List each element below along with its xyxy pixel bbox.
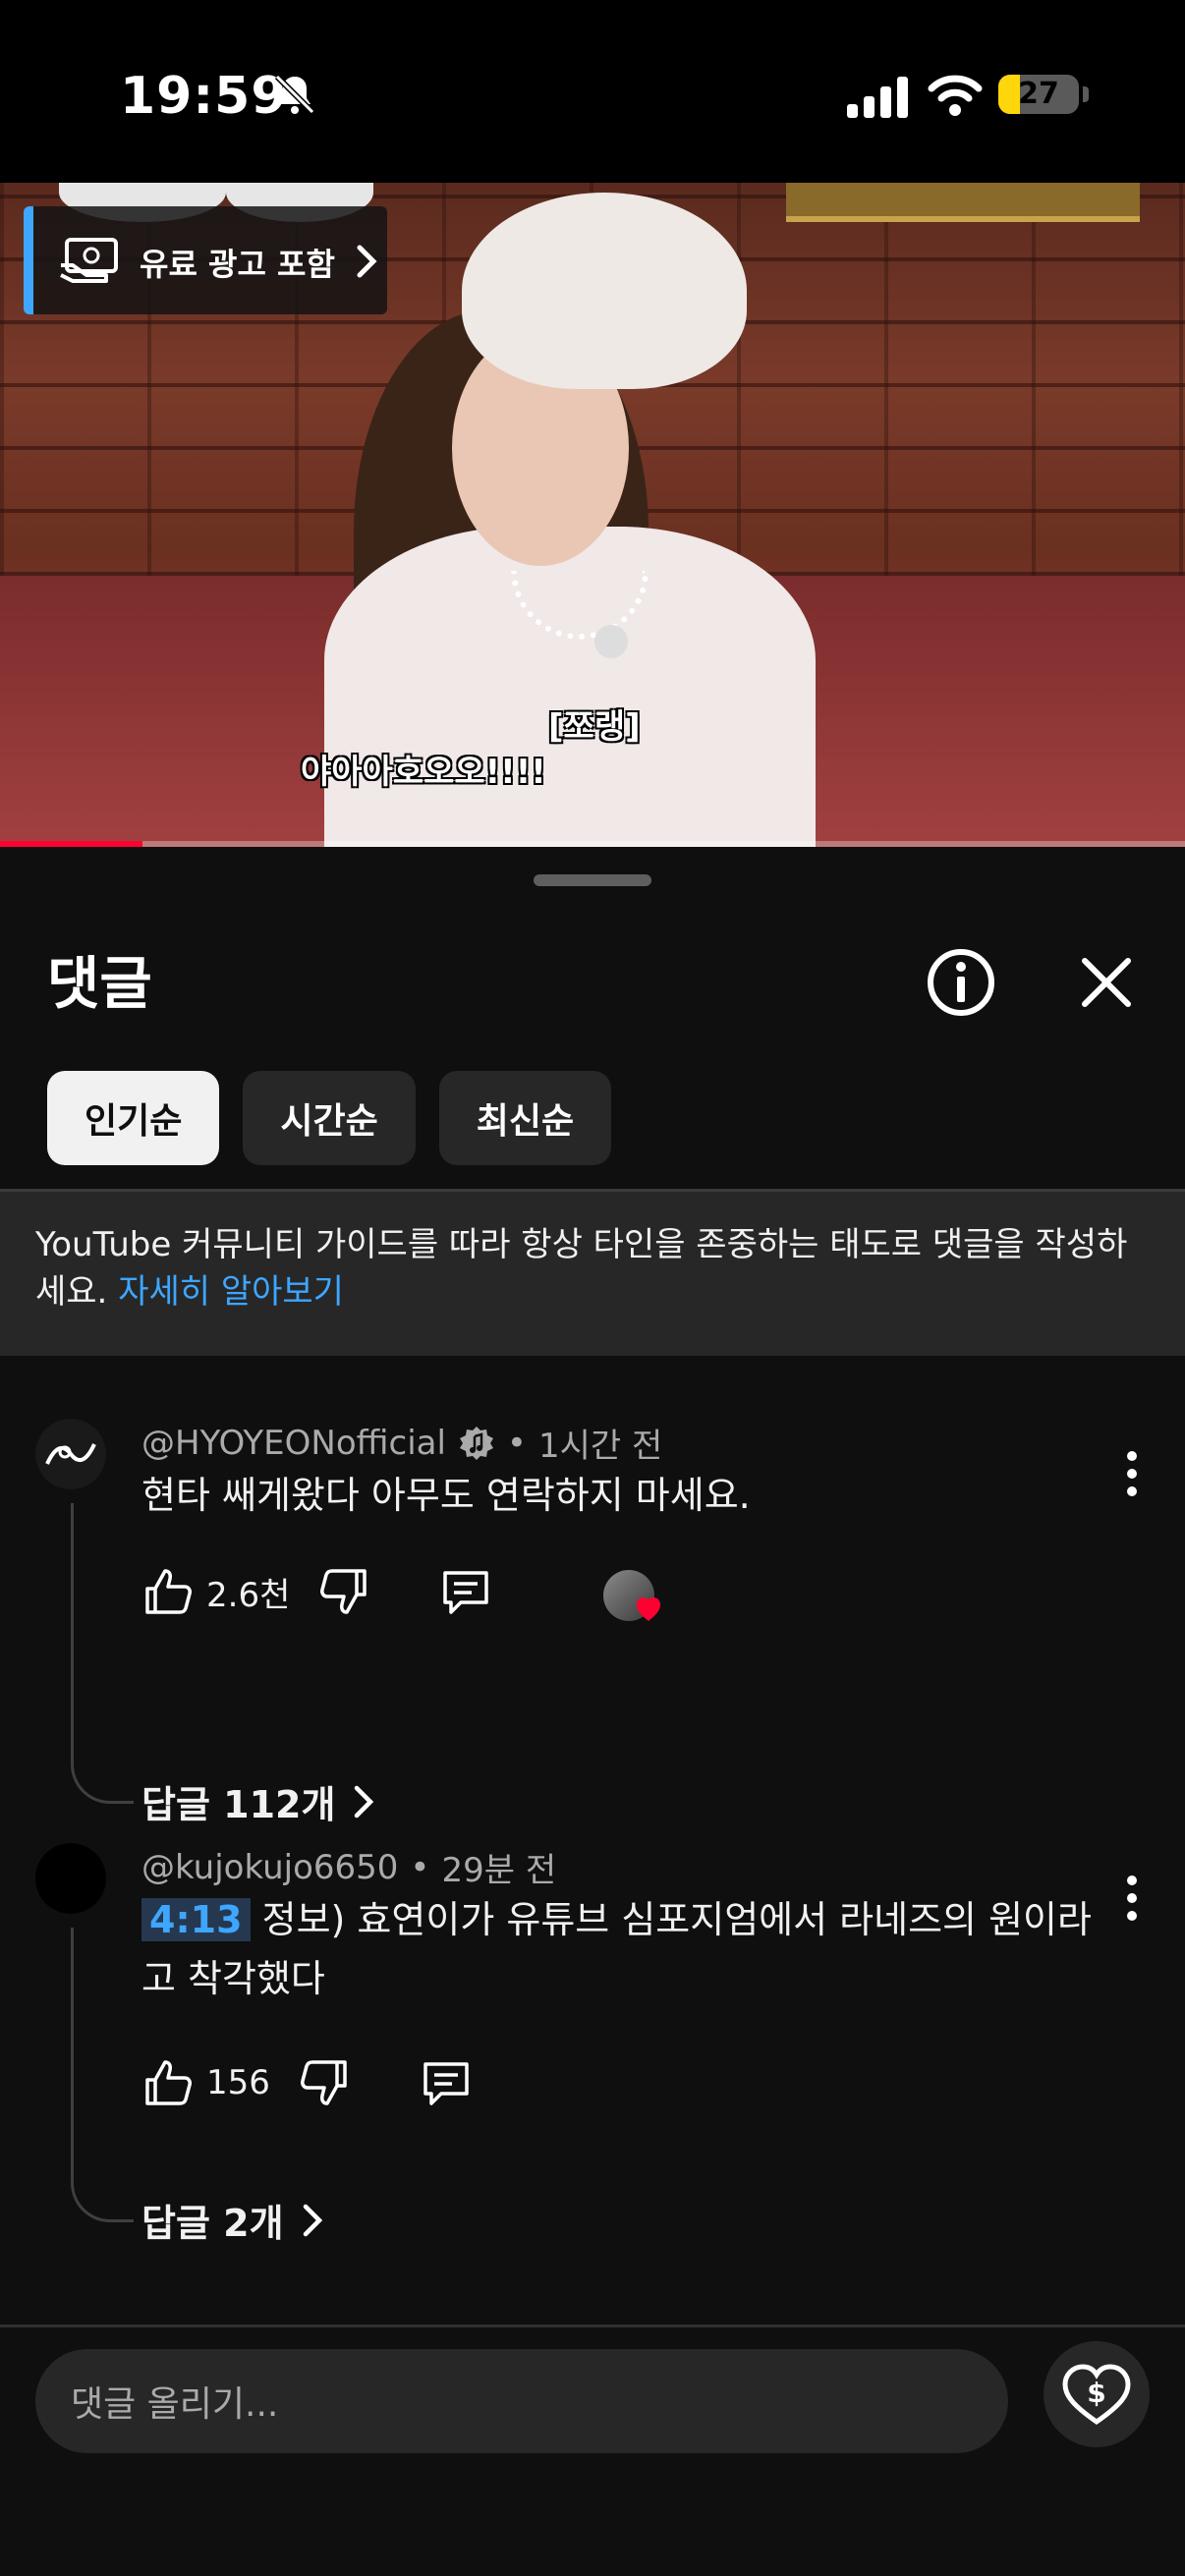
avatar[interactable] xyxy=(35,1843,106,1914)
paid-promotion-label: 유료 광고 포함 xyxy=(140,246,335,283)
sort-chip-top[interactable]: 인기순 xyxy=(47,1071,220,1165)
comment-composer-bar: 댓글 올리기... $ xyxy=(0,2324,1185,2576)
dislike-icon[interactable] xyxy=(298,2056,351,2109)
comment-actions: 2.6천 xyxy=(141,1562,492,1621)
sort-chip-timed[interactable]: 시간순 xyxy=(243,1071,416,1165)
video-progress-fill xyxy=(0,841,142,847)
comment-meta: @kujokujo6650 • 29분 전 xyxy=(141,1843,556,1891)
community-guideline-notice: YouTube 커뮤니티 가이드를 따라 항상 타인을 존중하는 태도로 댓글을… xyxy=(0,1189,1185,1356)
replies-label: 답글 112개 xyxy=(141,1783,336,1826)
battery-indicator: 27 xyxy=(998,75,1079,114)
comment-meta: @HYOYEONofficial • 1시간 전 xyxy=(141,1419,662,1467)
close-icon[interactable] xyxy=(1071,947,1142,1018)
meta-separator: • xyxy=(506,1423,527,1463)
super-thanks-button[interactable]: $ xyxy=(1044,2341,1150,2447)
battery-cap xyxy=(1083,86,1089,102)
bell-slash-icon xyxy=(274,74,315,115)
comment-time: 1시간 전 xyxy=(537,1427,663,1466)
comment-text: 현타 쌔게왔다 아무도 연락하지 마세요. xyxy=(141,1474,751,1517)
like-icon[interactable] xyxy=(141,2056,195,2109)
comment-actions: 156 xyxy=(141,2053,473,2112)
comment-input[interactable]: 댓글 올리기... xyxy=(35,2349,1008,2453)
chevron-right-icon xyxy=(355,1785,374,1818)
like-count: 2.6천 xyxy=(206,1575,291,1615)
sort-chip-newest[interactable]: 최신순 xyxy=(438,1071,612,1165)
clock: 19:59 xyxy=(120,67,288,126)
dislike-icon[interactable] xyxy=(317,1565,370,1618)
video-picture-frame xyxy=(786,183,1140,222)
comment-author[interactable]: @HYOYEONofficial xyxy=(141,1424,446,1463)
video-subtitle: 야아아호오오!!!! xyxy=(301,753,546,792)
more-options-icon[interactable] xyxy=(1122,1448,1142,1499)
comment-body: 정보) 효연이가 유튜브 심포지엄에서 라네즈의 원이라고 착각했다 xyxy=(141,1898,1092,2000)
timestamp-link[interactable]: 4:13 xyxy=(141,1898,251,1941)
cellular-signal-icon xyxy=(847,77,908,118)
more-options-icon[interactable] xyxy=(1122,1873,1142,1924)
paid-promotion-button[interactable]: 유료 광고 포함 xyxy=(24,206,387,314)
video-progress-bar[interactable] xyxy=(0,841,1185,847)
video-person-hat xyxy=(462,193,747,389)
chevron-right-icon xyxy=(357,245,377,278)
reply-icon[interactable] xyxy=(439,1565,492,1618)
reply-icon[interactable] xyxy=(420,2056,473,2109)
status-bar: 19:59 27 xyxy=(0,0,1185,183)
sheet-drag-handle[interactable] xyxy=(534,874,651,886)
like-count: 156 xyxy=(206,2063,270,2102)
super-thanks-heart-icon: $ xyxy=(1062,2364,1131,2426)
meta-separator: • xyxy=(410,1847,430,1887)
video-mic xyxy=(594,625,628,658)
view-replies-button[interactable]: 답글 112개 xyxy=(141,1774,374,1828)
sort-chips: 인기순 시간순 최신순 xyxy=(47,1071,612,1165)
view-replies-button[interactable]: 답글 2개 xyxy=(141,2193,323,2247)
svg-text:$: $ xyxy=(1087,2377,1105,2409)
like-icon[interactable] xyxy=(141,1565,195,1618)
comments-title: 댓글 xyxy=(47,950,152,1017)
wifi-icon xyxy=(928,75,983,116)
heart-icon xyxy=(637,1597,660,1621)
comment-time: 29분 전 xyxy=(441,1851,557,1890)
paid-promotion-icon xyxy=(60,238,118,283)
battery-percent: 27 xyxy=(1018,77,1059,111)
chevron-right-icon xyxy=(303,2204,322,2236)
video-subtitle: [쪼랭] xyxy=(548,707,641,747)
music-note-badge-icon xyxy=(459,1426,493,1460)
thread-line xyxy=(71,1503,134,1804)
replies-label: 답글 2개 xyxy=(141,2202,284,2245)
comments-sheet: 댓글 인기순 시간순 최신순 YouTube 커뮤니티 가이드를 따라 항상 타… xyxy=(0,853,1185,2576)
thread-line xyxy=(71,1928,134,2222)
comment-text: 4:13 정보) 효연이가 유튜브 심포지엄에서 라네즈의 원이라고 착각했다 xyxy=(141,1890,1106,2008)
video-player[interactable]: [쪼랭] 야아아호오오!!!! 유료 광고 포함 xyxy=(0,183,1185,847)
comment-author[interactable]: @kujokujo6650 xyxy=(141,1848,398,1887)
avatar[interactable] xyxy=(35,1419,106,1489)
comment-thread: @kujokujo6650 • 29분 전 4:13 정보) 효연이가 유튜브 … xyxy=(0,1843,1185,2295)
info-icon[interactable] xyxy=(922,943,1000,1022)
learn-more-link[interactable]: 자세히 알아보기 xyxy=(118,1272,344,1312)
